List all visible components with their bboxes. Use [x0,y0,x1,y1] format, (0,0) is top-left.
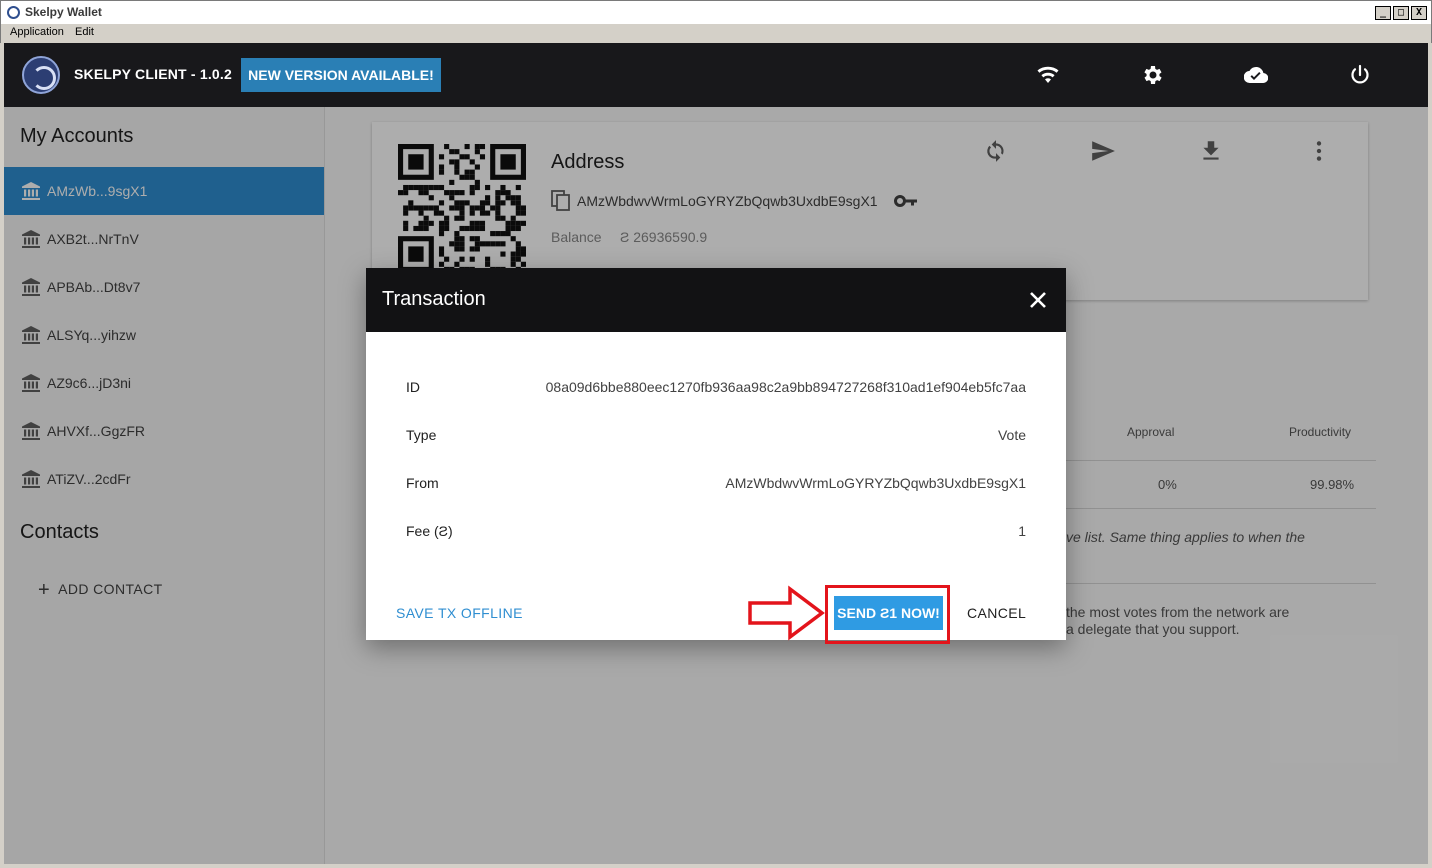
window-frame-bottom [0,864,1432,868]
transaction-dialog: Transaction ID 08a09d6bbe880eec1270fb936a… [366,268,1066,640]
tx-field-label: Type [406,427,437,443]
tx-field-value: 08a09d6bbe880eec1270fb936aa98c2a9bb89472… [545,379,1026,395]
menu-edit[interactable]: Edit [75,26,94,38]
cancel-button[interactable]: CANCEL [967,605,1026,621]
maximize-button[interactable]: □ [1393,6,1409,20]
minimize-button[interactable]: _ [1375,6,1391,20]
gear-icon[interactable] [1140,63,1164,87]
power-icon[interactable] [1348,63,1372,87]
dialog-header: Transaction [366,268,1066,332]
annotation-highlight-box [825,585,950,644]
cloud-done-icon[interactable] [1244,63,1268,87]
wifi-icon[interactable] [1036,63,1060,87]
tx-field-label: Fee (Ƨ) [406,523,453,539]
app-icon [7,6,20,19]
modal-backdrop-side [4,107,325,864]
close-window-button[interactable]: X [1411,6,1427,20]
tx-field-label: ID [406,379,420,395]
dialog-title: Transaction [382,288,486,310]
window-frame-right [1428,43,1432,868]
tx-field-value: AMzWbdwvWrmLoGYRYZbQqwb3UxdbE9sgX1 [725,475,1026,491]
app-title: SKELPY CLIENT - 1.0.2 [74,66,232,82]
window-titlebar: Skelpy Wallet _ □ X [0,0,1432,24]
menubar: Application Edit [0,24,1432,43]
menu-application[interactable]: Application [10,26,64,38]
tx-field-value: 1 [1018,523,1026,539]
annotation-arrow [748,585,825,641]
new-version-button[interactable]: NEW VERSION AVAILABLE! [241,58,441,92]
skelpy-logo-icon [22,56,60,94]
app-header: SKELPY CLIENT - 1.0.2 NEW VERSION AVAILA… [4,43,1428,107]
tx-field-label: From [406,475,439,491]
window-title: Skelpy Wallet [25,5,102,19]
save-tx-offline-button[interactable]: SAVE TX OFFLINE [396,605,523,621]
close-icon[interactable] [1026,288,1050,312]
tx-field-value: Vote [997,427,1026,443]
